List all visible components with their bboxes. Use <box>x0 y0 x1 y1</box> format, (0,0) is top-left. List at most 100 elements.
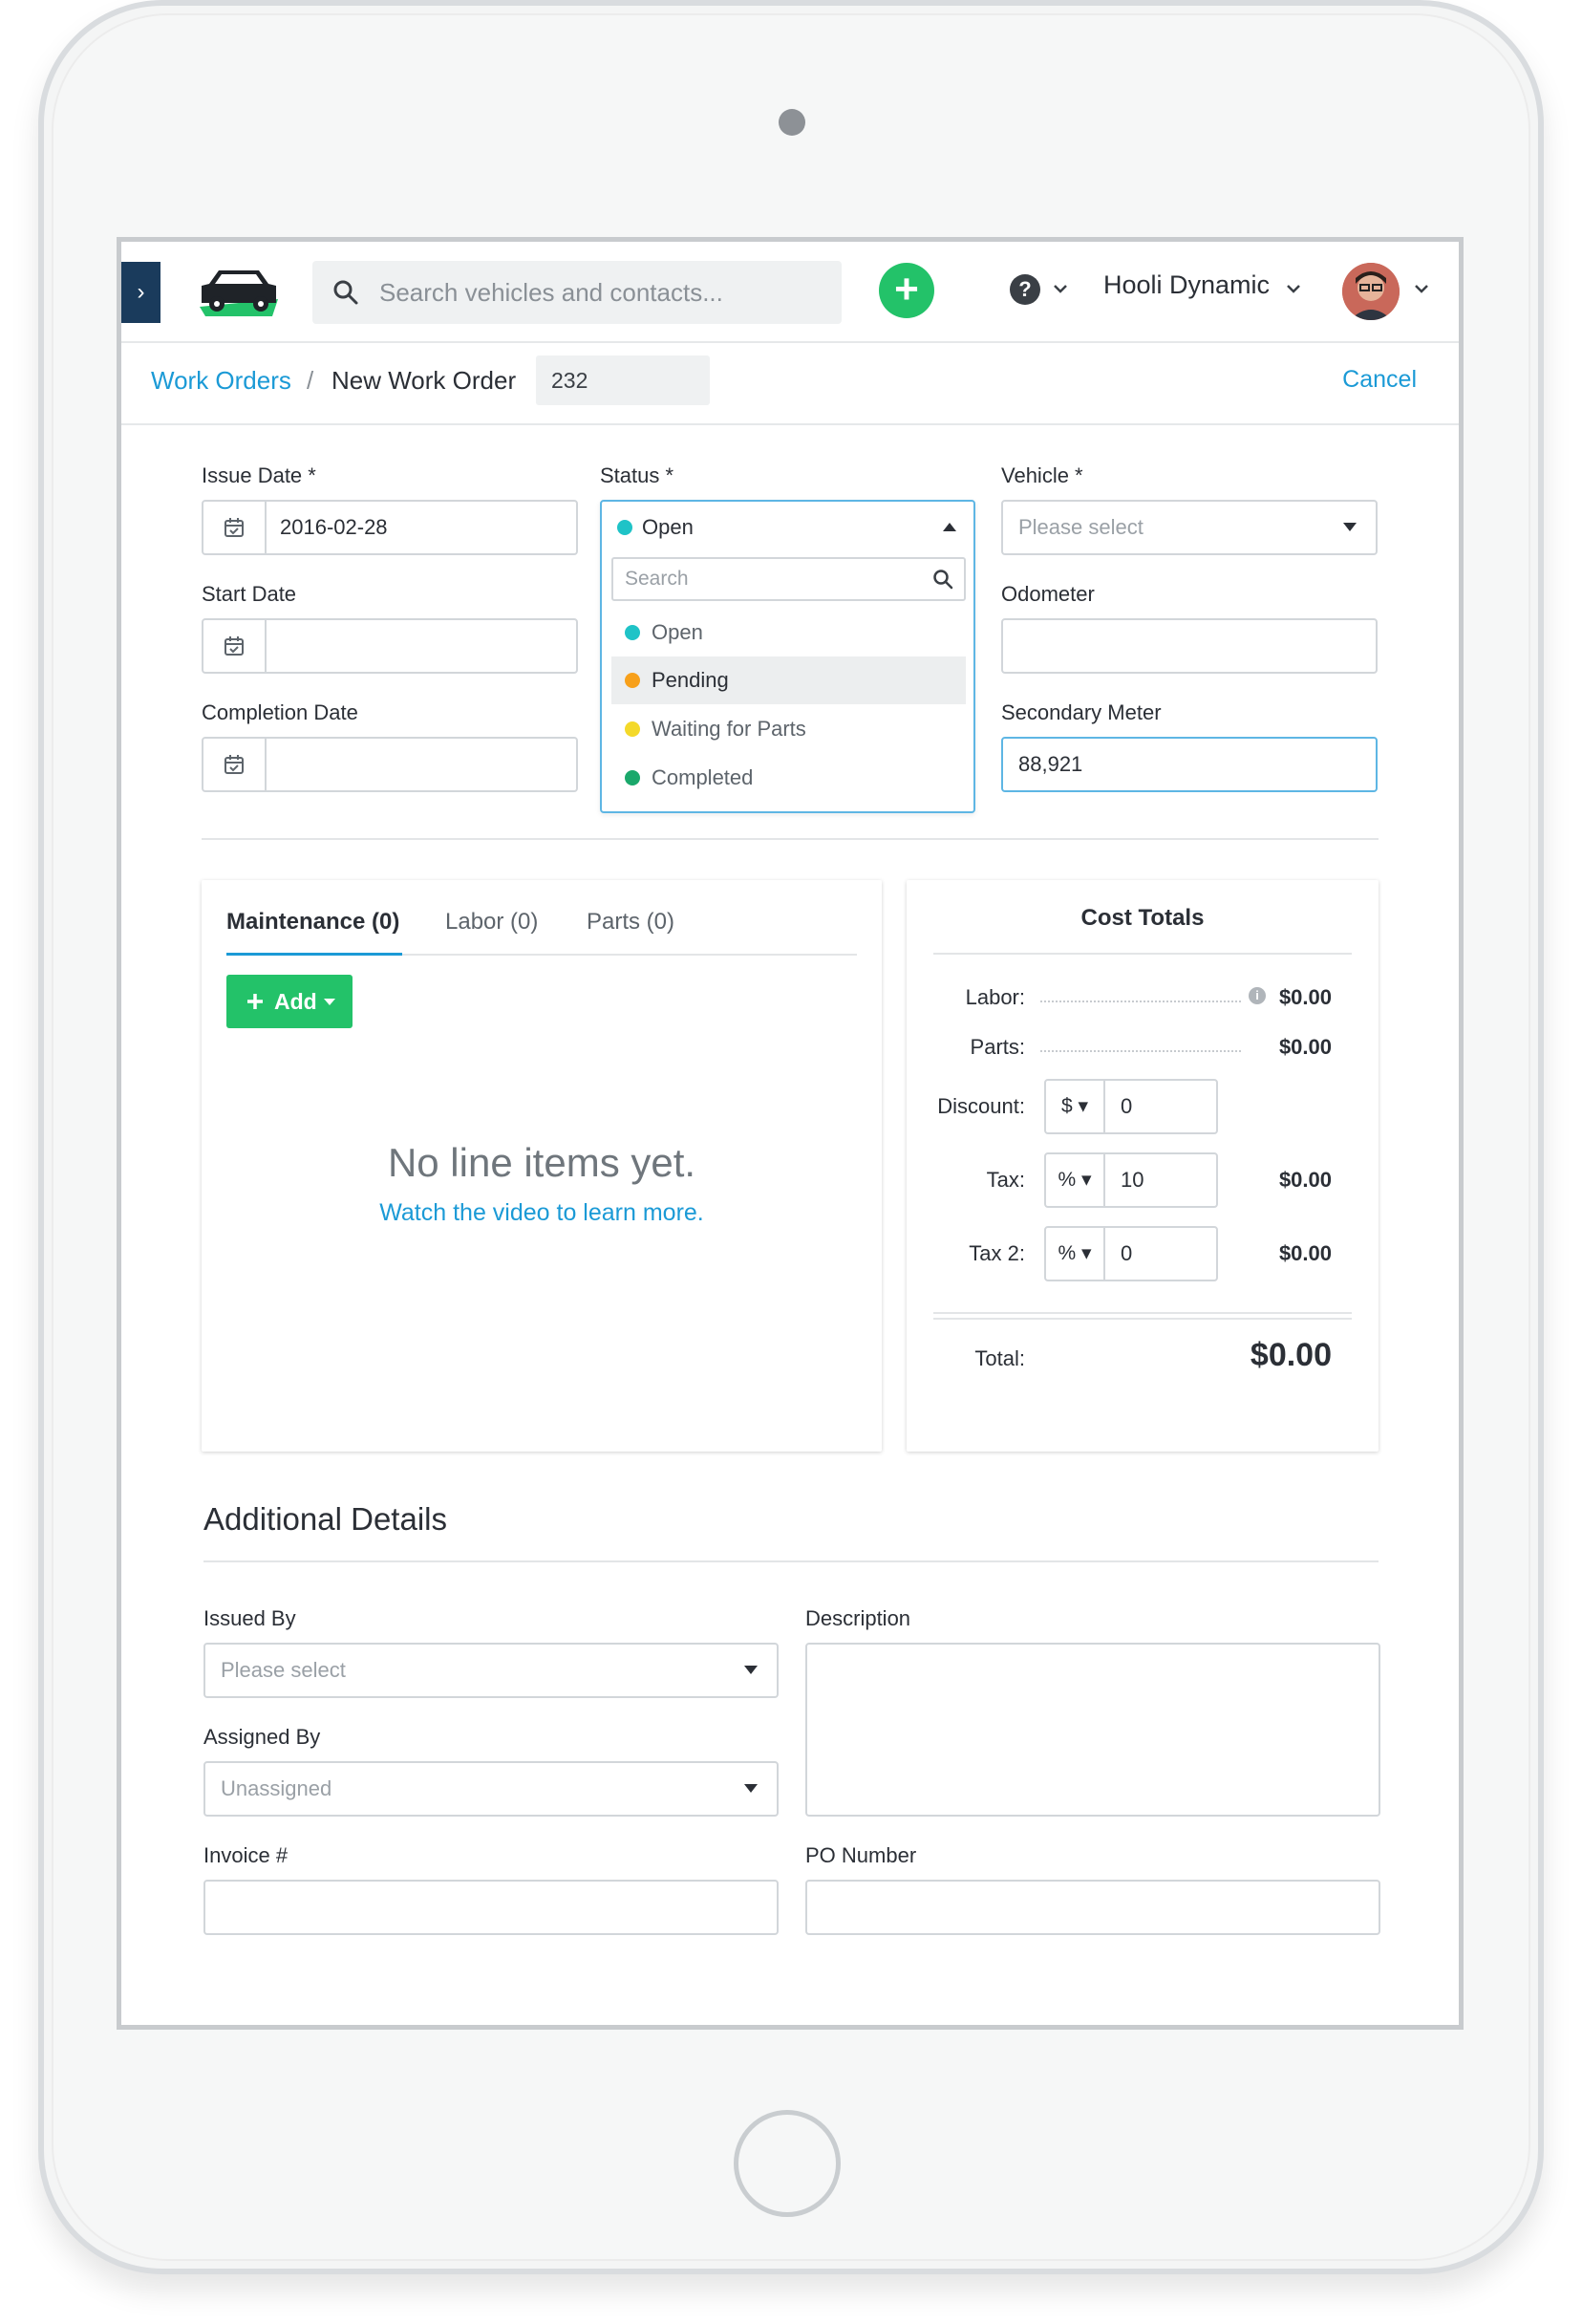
chevron-down-icon[interactable] <box>1413 282 1430 295</box>
status-option-open[interactable]: Open <box>611 609 966 656</box>
discount-unit-select[interactable]: $ ▾ <box>1046 1081 1105 1132</box>
status-open-dot <box>617 520 632 535</box>
tablet-home-button <box>734 2110 841 2217</box>
tab-maintenance[interactable]: Maintenance (0) <box>226 909 399 936</box>
work-order-number-input[interactable]: 232 <box>536 355 710 405</box>
tablet-camera <box>779 109 805 136</box>
tax2-unit-label: % <box>1058 1242 1077 1264</box>
total-divider <box>933 1312 1352 1314</box>
line-items-card: Maintenance (0) Labor (0) Parts (0) Add … <box>202 880 882 1452</box>
calendar-icon[interactable] <box>203 502 267 553</box>
tax2-input-group[interactable]: % ▾ 0 <box>1044 1226 1218 1281</box>
invoice-input[interactable] <box>203 1880 779 1935</box>
calendar-icon[interactable] <box>203 620 267 672</box>
tab-labor[interactable]: Labor (0) <box>445 909 538 936</box>
car-logo-icon[interactable] <box>196 263 282 322</box>
status-label: Status * <box>600 463 674 487</box>
additional-details-title: Additional Details <box>203 1501 447 1537</box>
tax2-unit-select[interactable]: % ▾ <box>1046 1228 1105 1280</box>
additional-divider <box>203 1560 1379 1562</box>
caret-down-icon[interactable] <box>744 1666 758 1674</box>
tax-value: $0.00 <box>1278 1168 1332 1192</box>
status-search-input[interactable]: Search <box>611 557 966 601</box>
start-date-label: Start Date <box>202 582 297 606</box>
status-open-dot <box>625 625 640 640</box>
status-option-completed[interactable]: Completed <box>611 754 966 802</box>
search-icon <box>933 570 953 590</box>
cost-title-divider <box>933 953 1352 955</box>
issue-date-field[interactable]: 2016-02-28 <box>202 500 578 555</box>
search-icon <box>333 280 358 305</box>
status-select[interactable]: Open <box>602 502 973 553</box>
po-number-input[interactable] <box>805 1880 1380 1935</box>
status-pending-dot <box>625 673 640 688</box>
invoice-label: Invoice # <box>203 1843 289 1867</box>
completion-date-label: Completion Date <box>202 700 358 724</box>
status-selected-value: Open <box>642 515 694 539</box>
completion-date-field[interactable] <box>202 737 578 792</box>
tax-amount-input[interactable]: 10 <box>1121 1154 1144 1206</box>
tax-unit-label: % <box>1058 1169 1077 1191</box>
caret-up-icon[interactable] <box>943 523 956 531</box>
discount-input-group[interactable]: $ ▾ 0 <box>1044 1079 1218 1134</box>
status-option-pending[interactable]: Pending <box>611 656 966 704</box>
status-option-label: Pending <box>652 668 729 692</box>
tax-unit-select[interactable]: % ▾ <box>1046 1154 1105 1206</box>
total-divider <box>933 1318 1352 1320</box>
odometer-input[interactable] <box>1001 618 1378 674</box>
user-avatar[interactable] <box>1342 263 1400 320</box>
issue-date-value: 2016-02-28 <box>280 515 388 539</box>
status-completed-dot <box>625 770 640 785</box>
vehicle-label: Vehicle * <box>1001 463 1083 487</box>
help-icon[interactable]: ? <box>1010 274 1040 305</box>
sidebar-toggle-button[interactable]: › <box>121 262 160 323</box>
total-label: Total: <box>974 1346 1025 1370</box>
status-dropdown[interactable]: Open Search Open Pending Waiting for Par… <box>600 500 975 813</box>
tax2-label: Tax 2: <box>969 1241 1025 1265</box>
secondary-meter-value: 88,921 <box>1018 752 1083 776</box>
breadcrumb-work-orders-link[interactable]: Work Orders <box>151 366 291 396</box>
secondary-meter-input[interactable]: 88,921 <box>1001 737 1378 792</box>
parts-leader <box>1040 1050 1241 1052</box>
caret-down-icon[interactable] <box>1343 523 1357 531</box>
tax2-amount-input[interactable]: 0 <box>1121 1228 1132 1280</box>
watch-video-link[interactable]: Watch the video to learn more. <box>202 1199 882 1227</box>
chevron-down-icon[interactable] <box>1052 282 1069 295</box>
tax-input-group[interactable]: % ▾ 10 <box>1044 1152 1218 1208</box>
po-number-label: PO Number <box>805 1843 917 1867</box>
caret-down-icon[interactable] <box>744 1784 758 1793</box>
caret-down-icon <box>324 999 335 1005</box>
vehicle-select[interactable]: Please select <box>1001 500 1378 555</box>
tab-parts[interactable]: Parts (0) <box>587 909 674 936</box>
issued-by-select[interactable]: Please select <box>203 1643 779 1698</box>
issued-by-label: Issued By <box>203 1606 296 1630</box>
start-date-field[interactable] <box>202 618 578 674</box>
description-label: Description <box>805 1606 911 1630</box>
status-option-waiting-for-parts[interactable]: Waiting for Parts <box>611 705 966 753</box>
quick-add-button[interactable]: + <box>879 263 934 318</box>
status-option-label: Waiting for Parts <box>652 717 806 741</box>
assigned-by-placeholder: Unassigned <box>221 1776 332 1800</box>
global-search[interactable]: Search vehicles and contacts... <box>312 261 842 324</box>
breadcrumb-separator: / <box>307 366 314 395</box>
calendar-icon[interactable] <box>203 739 267 790</box>
issued-by-placeholder: Please select <box>221 1658 346 1682</box>
add-line-item-button[interactable]: Add <box>226 975 353 1028</box>
user-avatar-image <box>1342 263 1400 320</box>
total-value: $0.00 <box>1250 1337 1332 1373</box>
assigned-by-select[interactable]: Unassigned <box>203 1761 779 1817</box>
organization-name[interactable]: Hooli Dynamic <box>1103 270 1270 300</box>
page-title: New Work Order <box>331 366 517 395</box>
section-divider <box>202 838 1379 840</box>
description-textarea[interactable] <box>805 1643 1380 1817</box>
status-waiting-dot <box>625 721 640 737</box>
chevron-down-icon[interactable] <box>1285 282 1302 295</box>
secondary-meter-label: Secondary Meter <box>1001 700 1162 724</box>
discount-amount-input[interactable]: 0 <box>1121 1081 1132 1132</box>
parts-value: $0.00 <box>1278 1035 1332 1059</box>
cancel-link[interactable]: Cancel <box>1342 366 1417 394</box>
plus-icon <box>247 994 263 1009</box>
active-tab-indicator <box>226 953 402 956</box>
status-option-label: Open <box>652 620 703 644</box>
breadcrumb: Work Orders / New Work Order 232 Cancel <box>121 341 1459 425</box>
